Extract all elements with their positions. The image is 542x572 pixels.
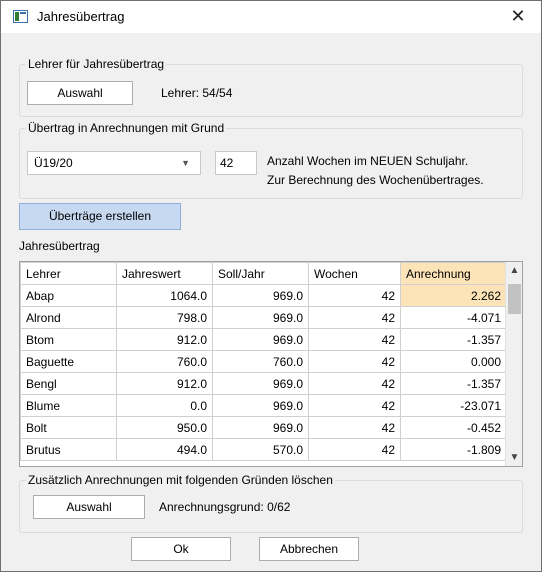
carry-group-legend: Übertrag in Anrechnungen mit Grund [28, 121, 225, 135]
cell-lehrer[interactable]: Blume [20, 394, 117, 417]
cell-wochen[interactable]: 42 [308, 306, 401, 329]
table-row[interactable]: Blume 0.0 969.0 42 -23.071 [20, 394, 507, 417]
col-header-jahreswert[interactable]: Jahreswert [116, 262, 213, 285]
cell-wochen[interactable]: 42 [308, 328, 401, 351]
cell-anrechnung[interactable]: 2.262 [400, 284, 507, 307]
carryover-table: Lehrer Jahreswert Soll/Jahr Wochen Anrec… [19, 261, 523, 467]
cell-lehrer[interactable]: Brutus [20, 438, 117, 461]
table-row[interactable]: Brutus 494.0 570.0 42 -1.809 [20, 438, 507, 461]
cell-anrechnung[interactable]: -4.071 [400, 306, 507, 329]
cell-wochen[interactable]: 42 [308, 394, 401, 417]
cancel-button[interactable]: Abbrechen [259, 537, 359, 561]
cell-jahreswert[interactable]: 912.0 [116, 372, 213, 395]
delete-reasons-legend: Zusätzlich Anrechnungen mit folgenden Gr… [28, 473, 333, 487]
ok-button[interactable]: Ok [131, 537, 231, 561]
cell-lehrer[interactable]: Bolt [20, 416, 117, 439]
cell-jahreswert[interactable]: 0.0 [116, 394, 213, 417]
cell-anrechnung[interactable]: -1.357 [400, 372, 507, 395]
teacher-group-legend: Lehrer für Jahresübertrag [28, 57, 165, 71]
cell-soll-jahr[interactable]: 570.0 [212, 438, 309, 461]
cell-jahreswert[interactable]: 912.0 [116, 328, 213, 351]
cell-anrechnung[interactable]: -1.357 [400, 328, 507, 351]
cell-soll-jahr[interactable]: 969.0 [212, 394, 309, 417]
data-table: Lehrer Jahreswert Soll/Jahr Wochen Anrec… [20, 262, 507, 461]
create-carryovers-button[interactable]: Überträge erstellen [19, 203, 181, 230]
cell-jahreswert[interactable]: 950.0 [116, 416, 213, 439]
table-row[interactable]: Alrond 798.0 969.0 42 -4.071 [20, 306, 507, 329]
cell-anrechnung[interactable]: -23.071 [400, 394, 507, 417]
close-button[interactable]: ✕ [495, 1, 541, 33]
table-row[interactable]: Baguette 760.0 760.0 42 0.000 [20, 350, 507, 373]
dialog-window: Jahresübertrag ✕ Lehrer für Jahresübertr… [0, 0, 542, 572]
chevron-down-icon[interactable]: ▼ [506, 449, 522, 466]
window-title: Jahresübertrag [37, 9, 125, 24]
cell-lehrer[interactable]: Btom [20, 328, 117, 351]
reason-combobox[interactable]: Ü19/20 ▼ [27, 151, 201, 175]
scrollbar-thumb[interactable] [508, 284, 521, 314]
cell-soll-jahr[interactable]: 969.0 [212, 306, 309, 329]
cell-jahreswert[interactable]: 494.0 [116, 438, 213, 461]
table-row[interactable]: Btom 912.0 969.0 42 -1.357 [20, 328, 507, 351]
reason-count-label: Anrechnungsgrund: 0/62 [159, 500, 291, 514]
cell-soll-jahr[interactable]: 969.0 [212, 416, 309, 439]
table-header-row: Lehrer Jahreswert Soll/Jahr Wochen Anrec… [20, 262, 507, 285]
table-row[interactable]: Bolt 950.0 969.0 42 -0.452 [20, 416, 507, 439]
cell-jahreswert[interactable]: 760.0 [116, 350, 213, 373]
col-header-lehrer[interactable]: Lehrer [20, 262, 117, 285]
weeks-hint-line2: Zur Berechnung des Wochenübertrages. [267, 173, 484, 187]
cell-soll-jahr[interactable]: 969.0 [212, 372, 309, 395]
cell-jahreswert[interactable]: 798.0 [116, 306, 213, 329]
table-caption: Jahresübertrag [19, 239, 100, 253]
reason-combobox-value: Ü19/20 [34, 156, 73, 170]
chevron-down-icon[interactable]: ▼ [181, 152, 190, 174]
cell-lehrer[interactable]: Abap [20, 284, 117, 307]
cell-anrechnung[interactable]: -0.452 [400, 416, 507, 439]
cell-lehrer[interactable]: Baguette [20, 350, 117, 373]
cell-anrechnung[interactable]: 0.000 [400, 350, 507, 373]
title-bar: Jahresübertrag ✕ [1, 1, 541, 33]
cell-soll-jahr[interactable]: 969.0 [212, 328, 309, 351]
cell-jahreswert[interactable]: 1064.0 [116, 284, 213, 307]
col-header-wochen[interactable]: Wochen [308, 262, 401, 285]
cell-wochen[interactable]: 42 [308, 416, 401, 439]
table-row[interactable]: Abap 1064.0 969.0 42 2.262 [20, 284, 507, 307]
cell-soll-jahr[interactable]: 969.0 [212, 284, 309, 307]
teacher-select-button[interactable]: Auswahl [27, 81, 133, 105]
cell-anrechnung[interactable]: -1.809 [400, 438, 507, 461]
weeks-input[interactable]: 42 [215, 151, 257, 175]
weeks-hint-line1: Anzahl Wochen im NEUEN Schuljahr. [267, 154, 469, 168]
cell-wochen[interactable]: 42 [308, 284, 401, 307]
cell-lehrer[interactable]: Bengl [20, 372, 117, 395]
reason-select-button[interactable]: Auswahl [33, 495, 145, 519]
app-icon [13, 10, 28, 23]
cell-lehrer[interactable]: Alrond [20, 306, 117, 329]
table-row[interactable]: Bengl 912.0 969.0 42 -1.357 [20, 372, 507, 395]
cell-wochen[interactable]: 42 [308, 372, 401, 395]
teacher-count-label: Lehrer: 54/54 [161, 86, 233, 100]
col-header-anrechnung[interactable]: Anrechnung [400, 262, 507, 285]
col-header-soll-jahr[interactable]: Soll/Jahr [212, 262, 309, 285]
table-vertical-scrollbar[interactable]: ▲ ▼ [505, 262, 522, 466]
cell-wochen[interactable]: 42 [308, 438, 401, 461]
cell-soll-jahr[interactable]: 760.0 [212, 350, 309, 373]
chevron-up-icon[interactable]: ▲ [506, 262, 522, 279]
cell-wochen[interactable]: 42 [308, 350, 401, 373]
